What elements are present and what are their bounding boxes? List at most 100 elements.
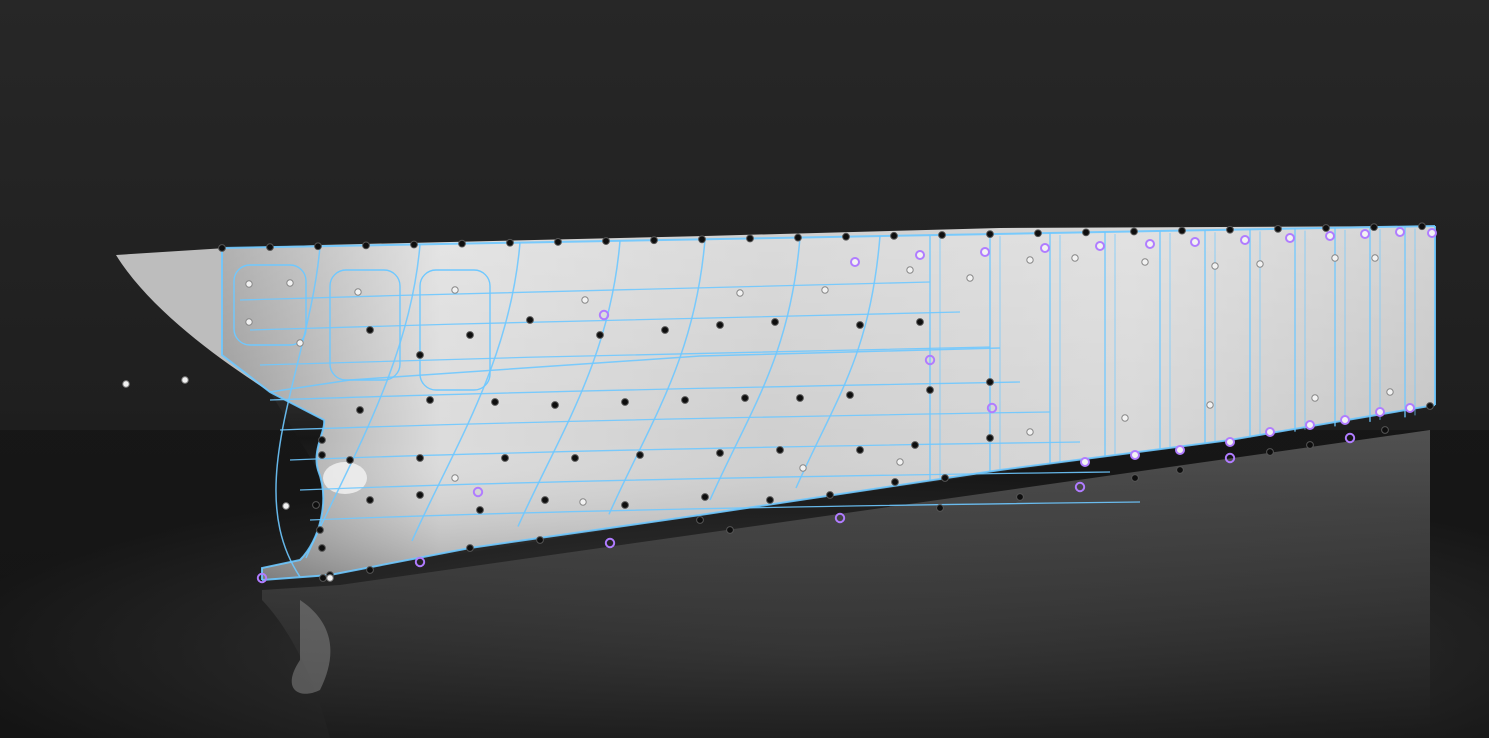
control-vertex[interactable] [366, 326, 374, 334]
control-vertex[interactable] [1311, 394, 1319, 402]
control-vertex[interactable] [554, 238, 562, 246]
control-vertex[interactable] [416, 491, 424, 499]
control-vertex[interactable] [181, 376, 189, 384]
control-vertex[interactable] [842, 232, 850, 241]
control-vertex[interactable] [506, 238, 514, 247]
control-vertex[interactable] [318, 544, 326, 552]
control-vertex[interactable] [581, 296, 589, 304]
control-vertex[interactable] [916, 318, 924, 326]
control-vertex[interactable] [319, 574, 327, 582]
selected-vertex[interactable] [1360, 229, 1370, 239]
control-vertex[interactable] [122, 380, 130, 388]
control-vertex[interactable] [911, 441, 919, 449]
control-vertex[interactable] [282, 502, 290, 510]
control-vertex[interactable] [1026, 428, 1034, 436]
control-vertex[interactable] [1178, 226, 1186, 235]
control-vertex[interactable] [536, 536, 544, 544]
control-vertex[interactable] [716, 449, 724, 457]
control-vertex[interactable] [941, 474, 949, 482]
viewport-canvas[interactable] [0, 0, 1489, 738]
control-vertex[interactable] [312, 501, 320, 509]
selected-vertex[interactable] [1145, 239, 1155, 249]
control-vertex[interactable] [936, 504, 944, 512]
control-vertex[interactable] [636, 451, 644, 459]
control-vertex[interactable] [354, 288, 362, 296]
control-vertex[interactable] [856, 321, 864, 329]
control-vertex[interactable] [1016, 493, 1024, 501]
control-vertex[interactable] [1034, 229, 1042, 238]
control-vertex[interactable] [1418, 222, 1426, 231]
selected-vertex[interactable] [1175, 445, 1185, 455]
selected-vertex[interactable] [980, 247, 990, 257]
control-vertex[interactable] [218, 244, 226, 252]
control-vertex[interactable] [890, 231, 898, 240]
control-vertex[interactable] [741, 394, 749, 402]
control-vertex[interactable] [416, 351, 424, 359]
control-vertex[interactable] [1121, 414, 1129, 422]
3d-viewport[interactable] [0, 0, 1489, 738]
control-vertex[interactable] [799, 464, 807, 472]
control-vertex[interactable] [245, 318, 253, 326]
control-vertex[interactable] [451, 286, 459, 294]
selected-vertex[interactable] [1190, 237, 1200, 247]
selected-vertex[interactable] [1395, 227, 1405, 237]
control-vertex[interactable] [571, 454, 579, 462]
control-vertex[interactable] [938, 231, 946, 239]
control-vertex[interactable] [986, 434, 994, 442]
control-vertex[interactable] [986, 378, 994, 386]
control-vertex[interactable] [846, 391, 854, 399]
control-vertex[interactable] [1370, 223, 1378, 232]
control-vertex[interactable] [596, 331, 604, 339]
control-vertex[interactable] [579, 498, 587, 506]
selected-vertex[interactable] [1095, 241, 1105, 251]
control-vertex[interactable] [366, 566, 374, 574]
selected-vertex[interactable] [1427, 228, 1437, 238]
control-vertex[interactable] [621, 501, 629, 509]
control-vertex[interactable] [491, 398, 499, 406]
control-vertex[interactable] [966, 274, 974, 282]
control-vertex[interactable] [1306, 441, 1314, 449]
control-vertex[interactable] [1266, 448, 1274, 456]
control-vertex[interactable] [794, 233, 802, 242]
control-vertex[interactable] [346, 456, 354, 464]
control-vertex[interactable] [410, 240, 418, 249]
control-vertex[interactable] [1371, 254, 1379, 262]
selected-vertex[interactable] [850, 257, 860, 267]
control-vertex[interactable] [526, 316, 534, 324]
control-vertex[interactable] [1026, 256, 1034, 264]
control-vertex[interactable] [986, 230, 994, 238]
control-vertex[interactable] [1082, 228, 1090, 237]
control-vertex[interactable] [621, 398, 629, 406]
selected-vertex[interactable] [1325, 231, 1335, 241]
control-vertex[interactable] [1274, 224, 1282, 233]
selected-vertex[interactable] [1130, 450, 1140, 460]
control-vertex[interactable] [1131, 474, 1139, 482]
control-vertex[interactable] [501, 454, 509, 462]
control-vertex[interactable] [362, 241, 370, 250]
selected-vertex[interactable] [1225, 437, 1235, 447]
control-vertex[interactable] [1176, 466, 1184, 474]
control-vertex[interactable] [736, 289, 744, 297]
control-vertex[interactable] [821, 286, 829, 294]
control-vertex[interactable] [856, 446, 864, 454]
control-vertex[interactable] [1331, 254, 1339, 262]
control-vertex[interactable] [1141, 258, 1149, 266]
control-vertex[interactable] [286, 279, 294, 287]
control-vertex[interactable] [696, 516, 704, 524]
control-vertex[interactable] [266, 243, 274, 252]
control-vertex[interactable] [316, 526, 324, 534]
control-vertex[interactable] [771, 318, 779, 326]
selected-vertex[interactable] [1375, 407, 1385, 417]
control-vertex[interactable] [1071, 254, 1079, 262]
control-vertex[interactable] [476, 506, 484, 514]
control-vertex[interactable] [650, 236, 658, 245]
control-vertex[interactable] [661, 326, 669, 334]
control-vertex[interactable] [296, 339, 304, 347]
selected-vertex[interactable] [1080, 457, 1090, 467]
selected-vertex[interactable] [1240, 235, 1250, 245]
control-vertex[interactable] [1206, 401, 1214, 409]
control-vertex[interactable] [726, 526, 734, 534]
control-vertex[interactable] [245, 280, 253, 288]
control-vertex[interactable] [551, 401, 559, 409]
control-vertex[interactable] [698, 235, 706, 244]
